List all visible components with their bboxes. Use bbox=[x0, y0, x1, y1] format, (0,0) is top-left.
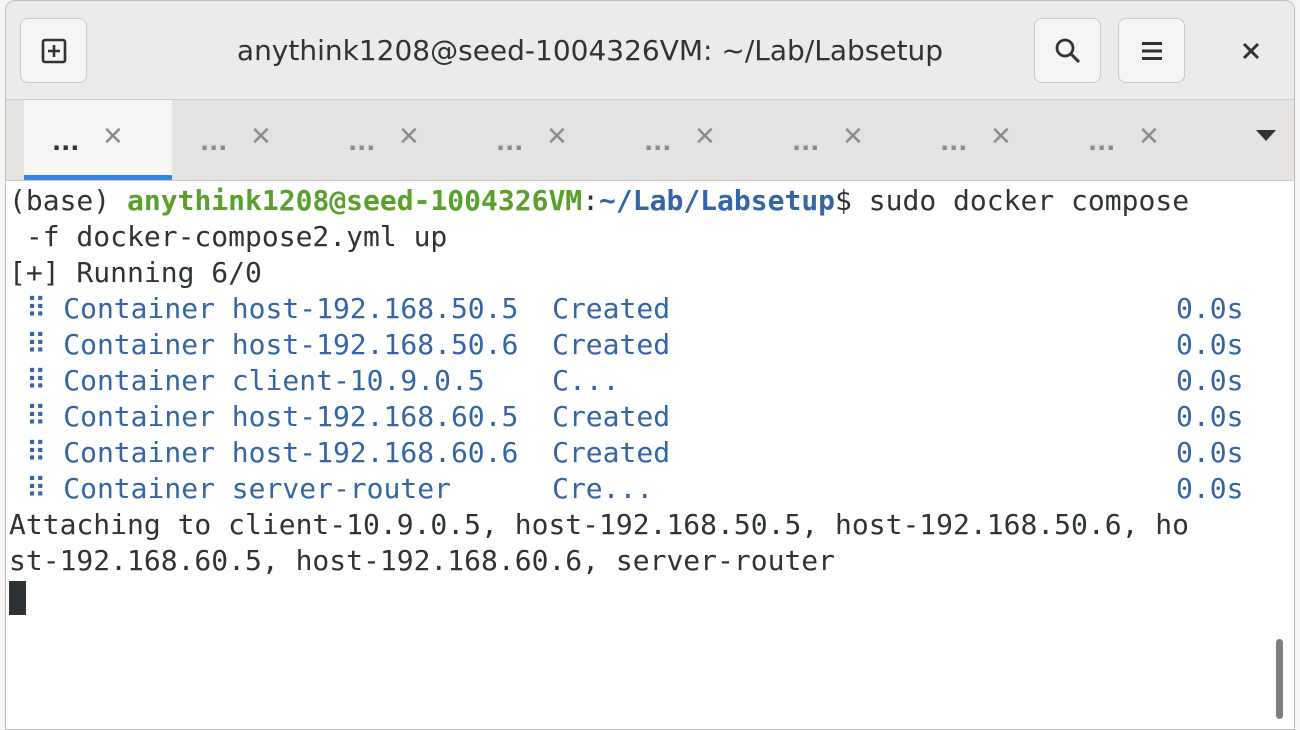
header-bar: anythink1208@seed-1004326VM: ~/Lab/Labse… bbox=[6, 1, 1294, 100]
container-time: 0.0s bbox=[1176, 400, 1244, 433]
tab-close-icon[interactable]: ✕ bbox=[546, 122, 568, 152]
container-time: 0.0s bbox=[1176, 436, 1244, 469]
tab-8[interactable]: ... ✕ bbox=[1060, 100, 1208, 180]
container-line: ⠿ Container server-router Cre... bbox=[9, 472, 654, 505]
tab-bar: ... ✕ ... ✕ ... ✕ ... ✕ ... ✕ ... ✕ ... … bbox=[6, 100, 1294, 181]
container-line: ⠿ Container host-192.168.60.5 Created bbox=[9, 400, 671, 433]
tab-close-icon[interactable]: ✕ bbox=[1138, 122, 1160, 152]
prompt-prefix: (base) bbox=[9, 184, 128, 217]
terminal-window: anythink1208@seed-1004326VM: ~/Lab/Labse… bbox=[5, 0, 1295, 730]
tab-7[interactable]: ... ✕ bbox=[912, 100, 1060, 180]
tab-label: ... bbox=[792, 128, 820, 156]
tab-5[interactable]: ... ✕ bbox=[616, 100, 764, 180]
new-tab-icon bbox=[41, 38, 66, 63]
prompt-user: anythink1208@seed-1004326VM bbox=[127, 184, 583, 217]
tab-close-icon[interactable]: ✕ bbox=[102, 122, 124, 152]
tab-label: ... bbox=[200, 128, 228, 156]
scrollbar-thumb[interactable] bbox=[1276, 639, 1283, 719]
tab-close-icon[interactable]: ✕ bbox=[398, 122, 420, 152]
new-tab-button[interactable] bbox=[20, 18, 87, 83]
terminal-cursor bbox=[9, 581, 26, 615]
cursor-line bbox=[9, 579, 26, 615]
tab-close-icon[interactable]: ✕ bbox=[694, 122, 716, 152]
prompt-path: ~/Lab/Labsetup bbox=[599, 184, 836, 217]
search-icon bbox=[1055, 38, 1080, 63]
tab-6[interactable]: ... ✕ bbox=[764, 100, 912, 180]
tab-close-icon[interactable]: ✕ bbox=[842, 122, 864, 152]
search-button[interactable] bbox=[1034, 18, 1101, 83]
tab-label: ... bbox=[644, 128, 672, 156]
menu-button[interactable] bbox=[1118, 18, 1185, 83]
tab-3[interactable]: ... ✕ bbox=[320, 100, 468, 180]
container-time: 0.0s bbox=[1176, 328, 1244, 361]
tab-close-icon[interactable]: ✕ bbox=[990, 122, 1012, 152]
hamburger-menu-icon bbox=[1141, 41, 1162, 60]
container-line: ⠿ Container host-192.168.50.5 Created bbox=[9, 292, 671, 325]
tab-close-icon[interactable]: ✕ bbox=[250, 122, 272, 152]
prompt-separator: : bbox=[582, 184, 600, 217]
container-time: 0.0s bbox=[1176, 472, 1244, 505]
container-time: 0.0s bbox=[1176, 364, 1244, 397]
window-title: anythink1208@seed-1004326VM: ~/Lab/Labse… bbox=[236, 34, 944, 67]
tab-label: ... bbox=[496, 128, 524, 156]
tab-overflow-chevron-down-icon[interactable] bbox=[1256, 130, 1276, 141]
close-button[interactable] bbox=[1217, 18, 1284, 83]
tab-label: ... bbox=[1088, 128, 1116, 156]
container-line: ⠿ Container host-192.168.60.6 Created bbox=[9, 436, 671, 469]
tab-2[interactable]: ... ✕ bbox=[172, 100, 320, 180]
tab-label: ... bbox=[348, 128, 376, 156]
container-line: ⠿ Container client-10.9.0.5 C... bbox=[9, 364, 620, 397]
tab-label: ... bbox=[52, 128, 80, 156]
tab-1[interactable]: ... ✕ bbox=[24, 100, 172, 180]
running-status: [+] Running 6/0 bbox=[9, 256, 262, 289]
tab-label: ... bbox=[940, 128, 968, 156]
command-continuation: -f docker-compose2.yml up bbox=[9, 220, 448, 253]
close-icon bbox=[1242, 42, 1259, 59]
container-line: ⠿ Container host-192.168.50.6 Created bbox=[9, 328, 671, 361]
terminal-output[interactable]: (base) anythink1208@seed-1004326VM:~/Lab… bbox=[9, 183, 1271, 729]
attach-line: st-192.168.60.5, host-192.168.60.6, serv… bbox=[9, 544, 836, 577]
tab-4[interactable]: ... ✕ bbox=[468, 100, 616, 180]
attach-line: Attaching to client-10.9.0.5, host-192.1… bbox=[9, 508, 1190, 541]
terminal-scrollbar[interactable] bbox=[1272, 183, 1286, 729]
prompt-line: (base) anythink1208@seed-1004326VM:~/Lab… bbox=[9, 183, 1189, 219]
container-time: 0.0s bbox=[1176, 292, 1244, 325]
prompt-command: $ sudo docker compose bbox=[835, 184, 1190, 217]
